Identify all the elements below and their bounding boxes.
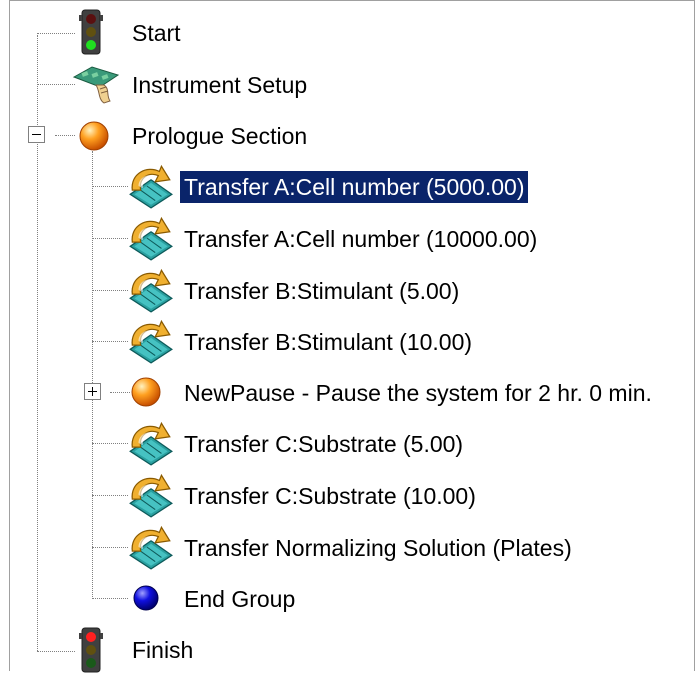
tree-item-label: Transfer C:Substrate (5.00) xyxy=(184,431,464,457)
traffic-light-green-icon xyxy=(79,9,103,55)
tree-item-instrument-setup[interactable]: Instrument Setup xyxy=(70,61,370,109)
transfer-icon xyxy=(124,472,176,518)
tree-item-transfer-b-5[interactable]: Transfer B:Stimulant (5.00) xyxy=(122,266,522,314)
tree-item-end-group[interactable]: End Group xyxy=(122,574,422,622)
tree-item-label: Transfer C:Substrate (10.00) xyxy=(184,483,476,509)
tree-line-prologue xyxy=(92,151,93,599)
tree-item-transfer-normalizing[interactable]: Transfer Normalizing Solution (Plates) xyxy=(122,523,642,571)
tree-item-start[interactable]: Start xyxy=(70,9,270,57)
tree-item-label: Transfer A:Cell number (10000.00) xyxy=(184,226,538,252)
tree-item-transfer-b-10[interactable]: Transfer B:Stimulant (10.00) xyxy=(122,317,522,365)
tree-item-finish[interactable]: Finish xyxy=(70,625,270,673)
tree-item-transfer-c-10[interactable]: Transfer C:Substrate (10.00) xyxy=(122,471,522,519)
tree-item-transfer-a-5000[interactable]: Transfer A:Cell number (5000.00) xyxy=(122,162,582,210)
instrument-setup-icon xyxy=(72,66,120,104)
tree-item-label: NewPause - Pause the system for 2 hr. 0 … xyxy=(184,380,652,406)
transfer-icon xyxy=(124,524,176,570)
tree-item-label: Start xyxy=(132,20,181,46)
orange-sphere-icon xyxy=(78,120,110,152)
tree-item-label: Transfer B:Stimulant (10.00) xyxy=(184,329,473,355)
tree-item-label: Transfer B:Stimulant (5.00) xyxy=(184,278,460,304)
collapse-toggle[interactable] xyxy=(28,126,45,143)
tree-item-label: Prologue Section xyxy=(132,123,308,149)
blue-sphere-icon xyxy=(130,582,162,614)
tree-item-prologue-section[interactable]: Prologue Section xyxy=(70,112,370,160)
tree-item-label: Finish xyxy=(132,637,194,663)
tree-item-label: End Group xyxy=(184,586,296,612)
tree-item-transfer-a-10000[interactable]: Transfer A:Cell number (10000.00) xyxy=(122,214,602,262)
expand-toggle[interactable] xyxy=(84,383,101,400)
tree-item-label: Transfer A:Cell number (5000.00) xyxy=(180,171,529,203)
tree-item-label: Transfer Normalizing Solution (Plates) xyxy=(184,535,572,561)
transfer-icon xyxy=(124,420,176,466)
transfer-icon xyxy=(124,267,176,313)
tree-item-label: Instrument Setup xyxy=(132,72,308,98)
tree-item-newpause[interactable]: NewPause - Pause the system for 2 hr. 0 … xyxy=(122,368,692,416)
transfer-icon xyxy=(124,163,176,209)
tree-item-transfer-c-5[interactable]: Transfer C:Substrate (5.00) xyxy=(122,419,522,467)
transfer-icon xyxy=(124,215,176,261)
tree-view[interactable]: Start Instrument Setup Prologue Section … xyxy=(9,0,695,673)
orange-sphere-icon xyxy=(130,376,162,408)
transfer-icon xyxy=(124,318,176,364)
traffic-light-red-icon xyxy=(79,627,103,673)
